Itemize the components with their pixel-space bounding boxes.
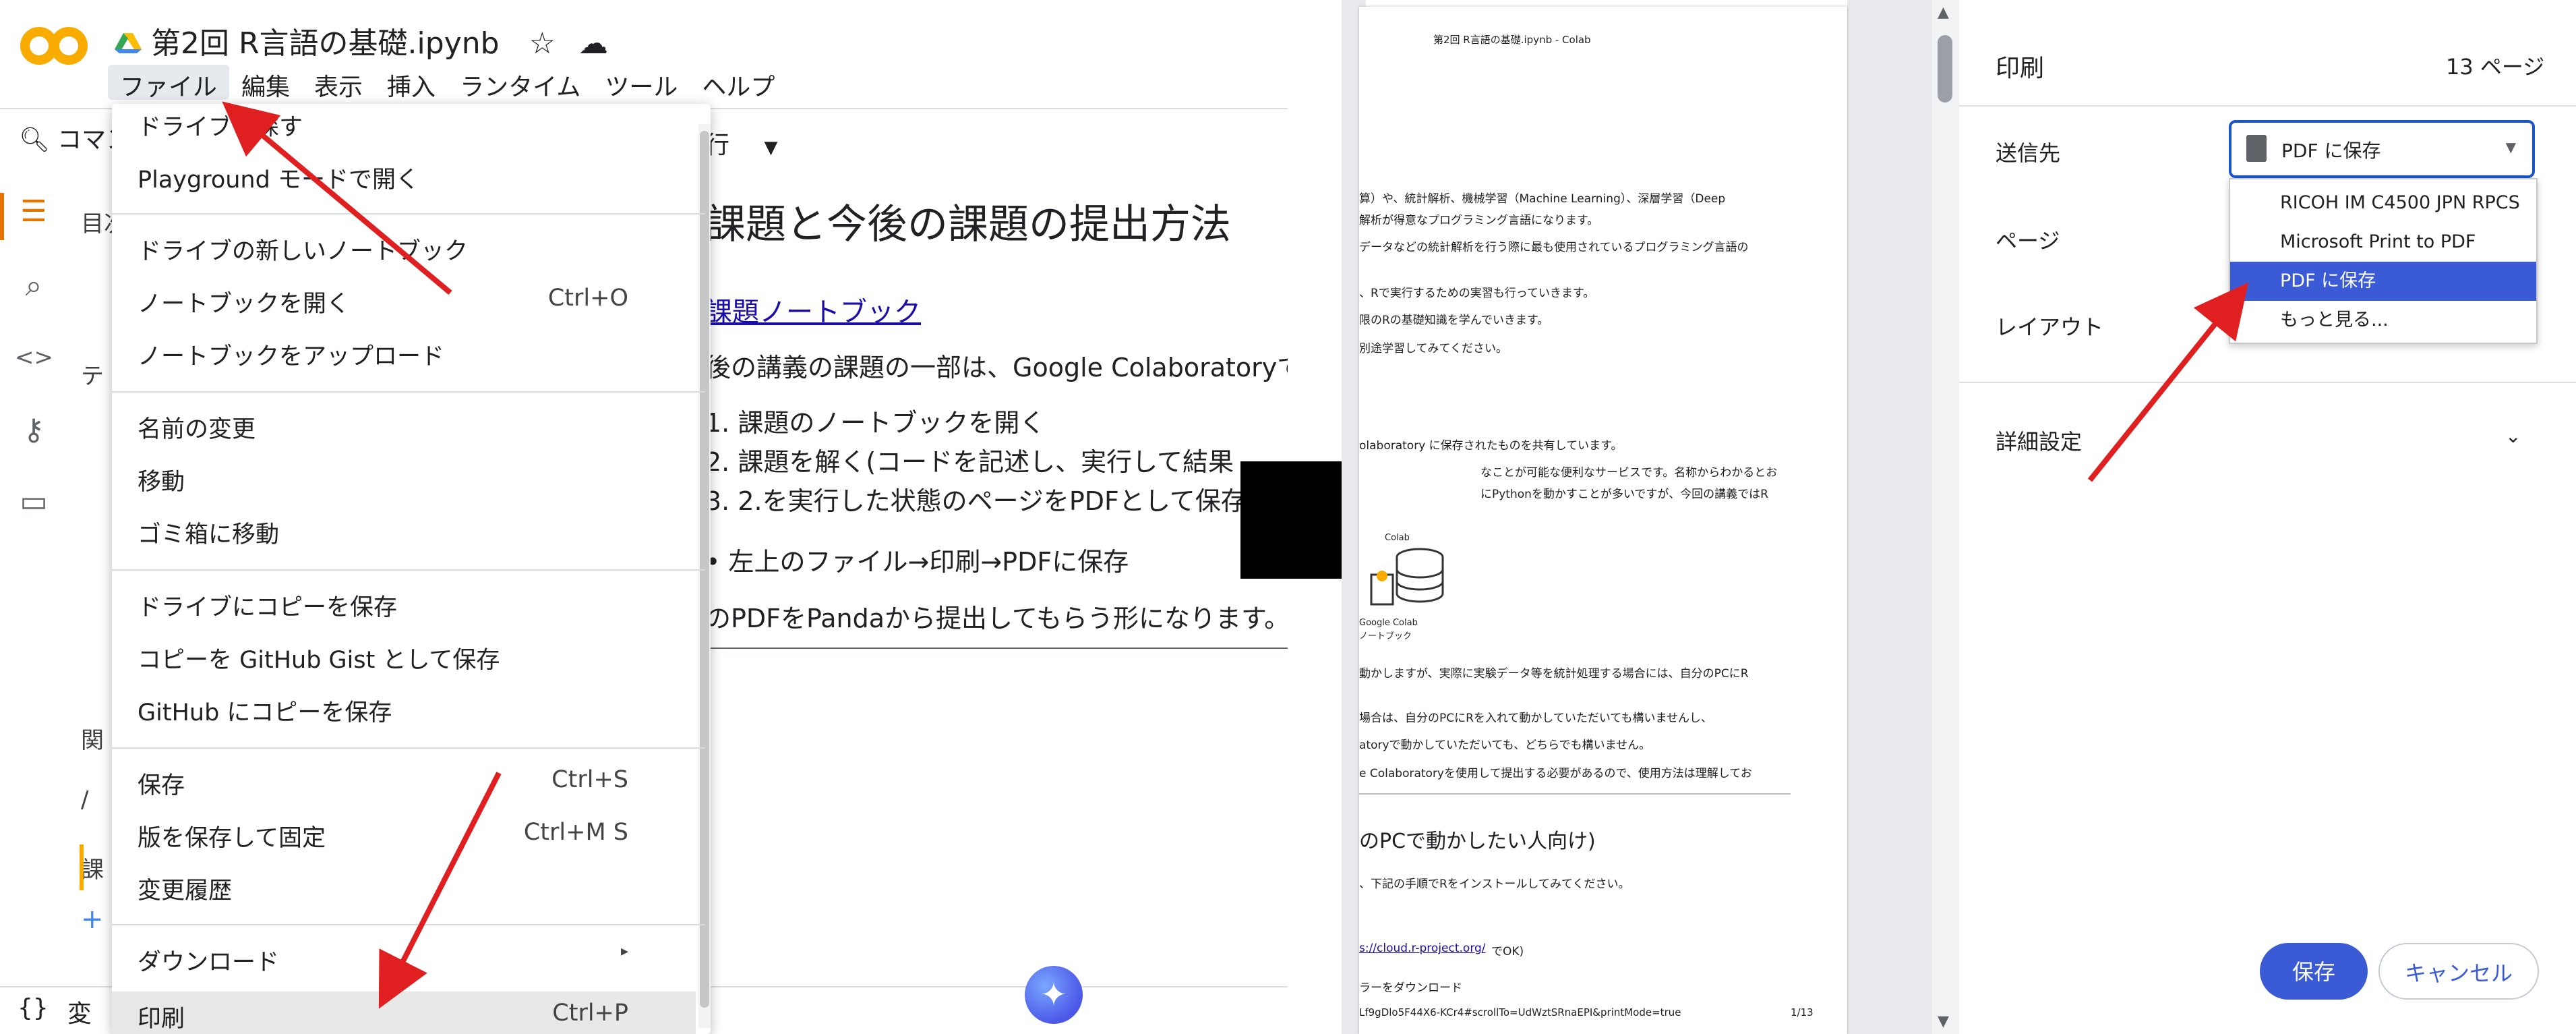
preview-line: 動かしますが、実際に実験データ等を統計処理する場合には、自分のPCにR: [1359, 667, 1749, 681]
preview-line: e Colaboratoryを使用して提出する必要があるので、使用方法は理解して…: [1359, 767, 1752, 780]
preview-line: 算）や、統計解析、機械学習（Machine Learning）、深層学習（Dee…: [1359, 192, 1726, 206]
preview-background-right: [1847, 0, 1942, 1034]
annotation-arrow-settings: [2087, 282, 2249, 482]
preview-line: 、Rで実行するための実習も行っていきます。: [1359, 287, 1595, 300]
preview-line: 別途学習してみてください。: [1359, 342, 1507, 355]
preview-link: s://cloud.r-project.org/: [1359, 942, 1486, 955]
preview-line: 場合は、自分のPCにRを入れて動かしていただいても構いませんし、: [1359, 712, 1713, 725]
red-arrow-to-print: [378, 772, 502, 1009]
scroll-up-icon[interactable]: ▲: [1938, 4, 1949, 21]
preview-line: でOK): [1491, 945, 1524, 958]
print-preview-page: 第2回 R言語の基礎.ipynb - Colab 算）や、統計解析、機械学習（M…: [1359, 7, 1847, 1034]
preview-line: なことが可能な便利なサービスです。名称からわかるとお: [1480, 466, 1778, 480]
preview-line: 、下記の手順でRをインストールしてみてください。: [1359, 878, 1630, 891]
figure-caption: ノートブック: [1359, 631, 1412, 641]
preview-header: 第2回 R言語の基礎.ipynb - Colab: [1433, 34, 1591, 46]
preview-line: atoryで動かしていただいても、どちらでも構いません。: [1359, 739, 1651, 752]
preview-line: データなどの統計解析を行う際に最も使用されているプログラミング言語の: [1359, 241, 1749, 254]
save-button[interactable]: 保存: [2260, 943, 2368, 1000]
preview-scrollbar[interactable]: [1932, 0, 1959, 1034]
preview-scrollbar-thumb[interactable]: [1938, 35, 1952, 103]
preview-line: ラーをダウンロード: [1359, 981, 1462, 995]
annotation-arrows-colab: [222, 101, 502, 1009]
preview-line: 限のRの基礎知識を学んでいきます。: [1359, 314, 1549, 327]
cancel-button[interactable]: キャンセル: [2378, 943, 2539, 1000]
preview-divider: [1359, 793, 1791, 795]
preview-footer-url: Lf9gDlo5F44X6-KCr4#scrollTo=UdWztSRnaEPI…: [1359, 1006, 1681, 1018]
figure-label-colab: Colab: [1385, 533, 1410, 543]
preview-line: 解析が得意なプログラミング言語になります。: [1359, 214, 1599, 227]
preview-line: olaboratory に保存されたものを共有しています。: [1359, 439, 1623, 453]
scroll-down-icon[interactable]: ▼: [1938, 1013, 1949, 1030]
figure-caption: Google Colab: [1359, 618, 1418, 628]
red-arrow-to-save-pdf: [2087, 282, 2249, 482]
red-arrow-to-file: [222, 101, 452, 295]
database-notebook-figure: [1370, 548, 1444, 606]
preview-heading: のPCで動かしたい人向け): [1359, 830, 1596, 853]
preview-page-number: 1/13: [1791, 1006, 1814, 1018]
preview-line: にPythonを動かすことが多いですが、今回の講義ではR: [1480, 488, 1768, 501]
